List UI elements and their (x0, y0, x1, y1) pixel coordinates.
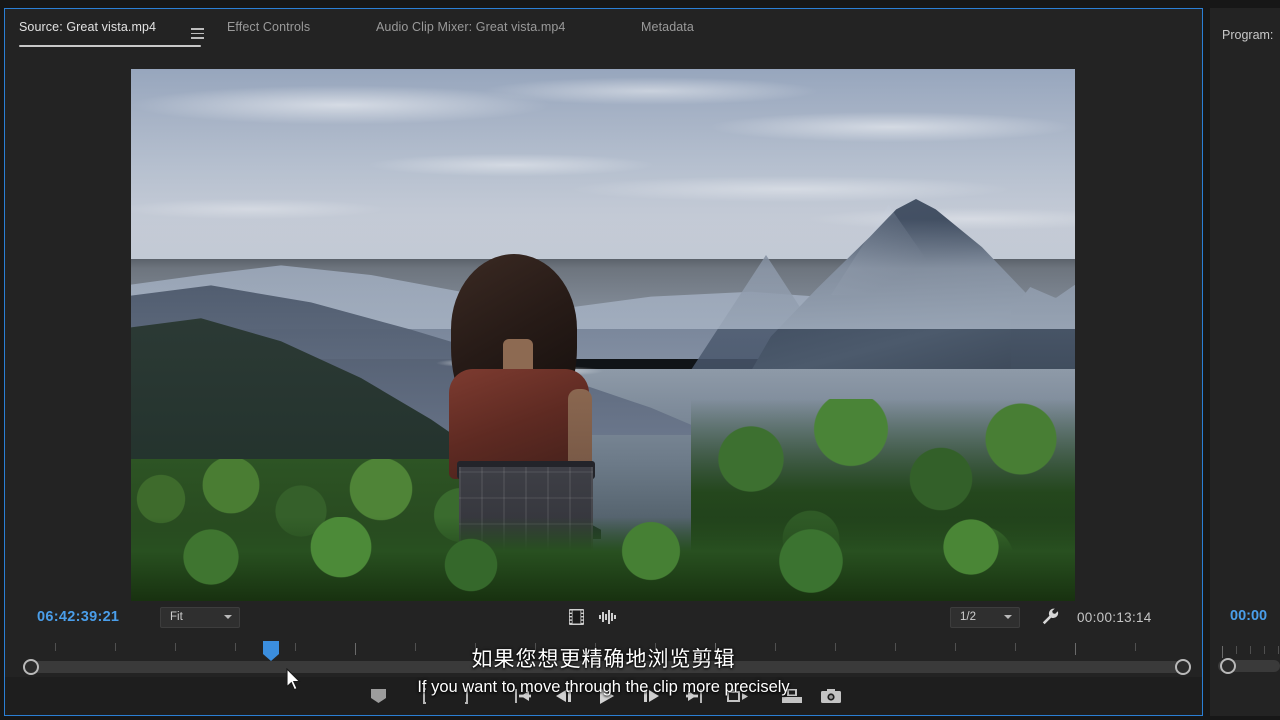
video-stage (5, 49, 1202, 603)
ruler-tick (595, 643, 596, 651)
ruler-tick (1135, 643, 1136, 651)
ruler-tick-major (1222, 646, 1223, 658)
wrench-settings-icon[interactable] (1042, 608, 1059, 625)
source-monitor-panel: Source: Great vista.mp4 Effect Controls … (4, 8, 1203, 716)
premiere-pro-window: Source: Great vista.mp4 Effect Controls … (0, 0, 1280, 720)
ruler-tick (1250, 646, 1251, 654)
play-stop-button[interactable] (594, 677, 620, 715)
zoom-level-dropdown[interactable]: Fit (160, 607, 240, 628)
ruler-tick (775, 643, 776, 651)
ruler-tick (235, 643, 236, 651)
ruler-tick (1278, 646, 1279, 654)
ruler-tick (1015, 643, 1016, 651)
ruler-tick (115, 643, 116, 651)
playback-resolution-dropdown[interactable]: 1/2 (950, 607, 1020, 628)
ruler-tick-major (355, 643, 356, 655)
tab-program[interactable]: Program: (1222, 28, 1273, 42)
ruler-tick-major (715, 643, 716, 655)
ruler-tick (535, 643, 536, 651)
playhead-marker[interactable] (263, 641, 279, 661)
program-monitor-panel: Program: 00:00 (1210, 8, 1280, 716)
ruler-tick (655, 643, 656, 651)
active-tab-underline (19, 45, 201, 47)
export-frame-button[interactable] (818, 677, 844, 715)
step-back-button[interactable] (551, 677, 575, 715)
tab-source[interactable]: Source: Great vista.mp4 (19, 20, 156, 34)
source-panel-tab-bar: Source: Great vista.mp4 Effect Controls … (5, 9, 1202, 49)
audio-waveform-icon[interactable] (599, 610, 617, 624)
add-marker-button[interactable] (366, 677, 390, 715)
go-to-out-button[interactable] (681, 677, 707, 715)
chevron-down-icon (224, 615, 232, 619)
tab-audio-clip-mixer[interactable]: Audio Clip Mixer: Great vista.mp4 (376, 20, 565, 34)
program-current-timecode[interactable]: 00:00 (1230, 608, 1267, 624)
go-to-in-button[interactable] (510, 677, 536, 715)
mark-in-button[interactable] (414, 677, 436, 715)
program-zoom-handle-left[interactable] (1220, 658, 1236, 674)
ruler-tick (475, 643, 476, 651)
foreground-foliage (131, 517, 1075, 603)
zoom-scroll-bar[interactable] (23, 661, 1191, 673)
tab-effect-controls[interactable]: Effect Controls (227, 20, 310, 34)
current-timecode[interactable]: 06:42:39:21 (37, 609, 119, 625)
hamburger-menu-icon[interactable] (191, 28, 204, 42)
zoom-handle-left[interactable] (23, 659, 39, 675)
ruler-tick (55, 643, 56, 651)
ruler-tick (835, 643, 836, 651)
duration-timecode: 00:00:13:14 (1077, 610, 1152, 625)
transport-control-bar (5, 677, 1202, 715)
ruler-tick (1264, 646, 1265, 654)
overwrite-button[interactable] (777, 677, 807, 715)
ruler-tick (415, 643, 416, 651)
playback-resolution-value: 1/2 (960, 611, 976, 623)
zoom-handle-right[interactable] (1175, 659, 1191, 675)
mark-out-button[interactable] (454, 677, 476, 715)
ruler-tick (955, 643, 956, 651)
step-forward-button[interactable] (639, 677, 663, 715)
video-frame[interactable] (131, 69, 1075, 603)
ruler-tick (895, 643, 896, 651)
ruler-tick-major (1075, 643, 1076, 655)
ruler-tick (1236, 646, 1237, 654)
chevron-down-icon (1004, 615, 1012, 619)
ruler-tick (295, 643, 296, 651)
insert-button[interactable] (724, 677, 752, 715)
zoom-level-value: Fit (170, 611, 183, 623)
film-strip-icon[interactable] (569, 609, 584, 625)
ruler-tick (175, 643, 176, 651)
tab-metadata[interactable]: Metadata (641, 20, 694, 34)
